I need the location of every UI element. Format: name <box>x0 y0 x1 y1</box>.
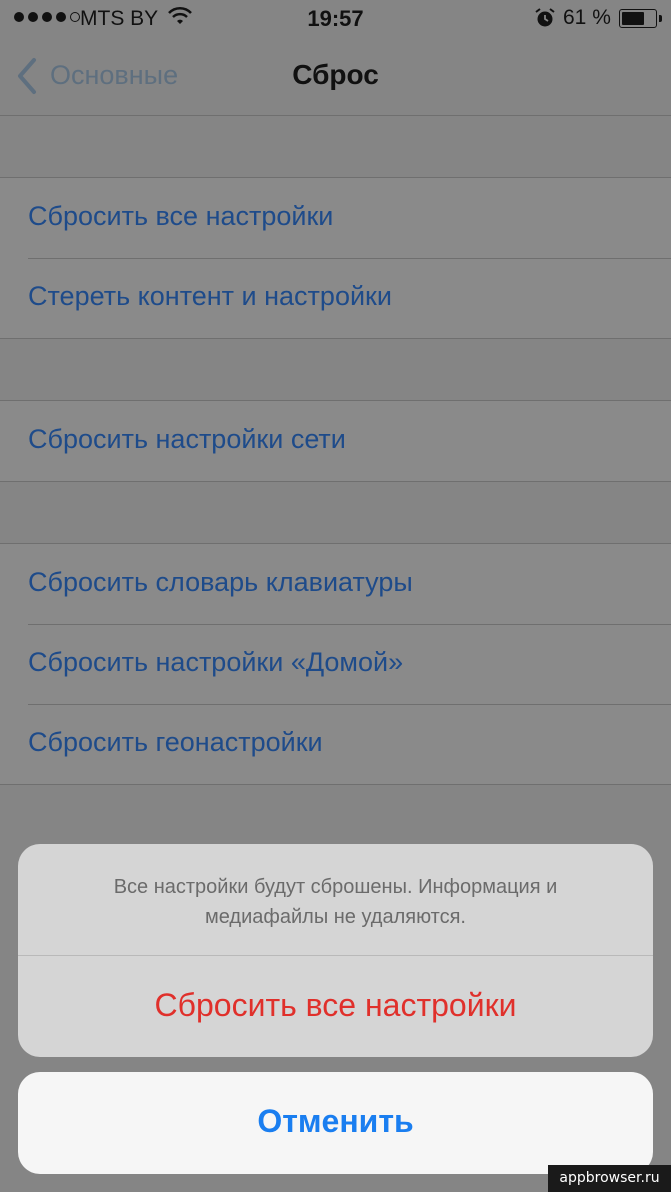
list-item-label: Сбросить настройки «Домой» <box>28 647 404 677</box>
watermark: appbrowser.ru <box>548 1165 671 1192</box>
reset-home-screen-layout-row[interactable]: Сбросить настройки «Домой» <box>0 624 671 704</box>
reset-group-other: Сбросить словарь клавиатуры Сбросить нас… <box>0 543 671 785</box>
screen: MTS BY 19:57 61 % Основные Сброс Сбросит… <box>0 0 671 1192</box>
battery-icon <box>619 9 662 28</box>
action-sheet: Все настройки будут сброшены. Информация… <box>18 844 653 1057</box>
reset-group-network: Сбросить настройки сети <box>0 400 671 482</box>
reset-location-settings-row[interactable]: Сбросить геонастройки <box>0 704 671 784</box>
confirm-reset-button[interactable]: Сбросить все настройки <box>18 987 653 1024</box>
status-bar: MTS BY 19:57 61 % <box>0 0 671 38</box>
reset-group-general: Сбросить все настройки Стереть контент и… <box>0 177 671 339</box>
reset-keyboard-dictionary-row[interactable]: Сбросить словарь клавиатуры <box>0 544 671 624</box>
divider <box>18 955 653 956</box>
list-item-label: Стереть контент и настройки <box>28 281 392 311</box>
alarm-icon <box>534 7 556 35</box>
page-title: Сброс <box>292 59 379 90</box>
navigation-bar: Основные Сброс <box>0 38 671 116</box>
list-item-label: Сбросить геонастройки <box>28 727 323 757</box>
battery-percent: 61 % <box>563 6 611 29</box>
erase-content-and-settings-row[interactable]: Стереть контент и настройки <box>0 258 671 338</box>
reset-network-settings-row[interactable]: Сбросить настройки сети <box>0 401 671 481</box>
list-item-label: Сбросить настройки сети <box>28 424 346 454</box>
reset-all-settings-row[interactable]: Сбросить все настройки <box>0 178 671 258</box>
action-sheet-message: Все настройки будут сброшены. Информация… <box>113 876 558 928</box>
cancel-button[interactable]: Отменить <box>18 1072 653 1174</box>
list-item-label: Сбросить словарь клавиатуры <box>28 567 413 597</box>
cancel-button-label: Отменить <box>257 1103 414 1139</box>
list-item-label: Сбросить все настройки <box>28 201 334 231</box>
